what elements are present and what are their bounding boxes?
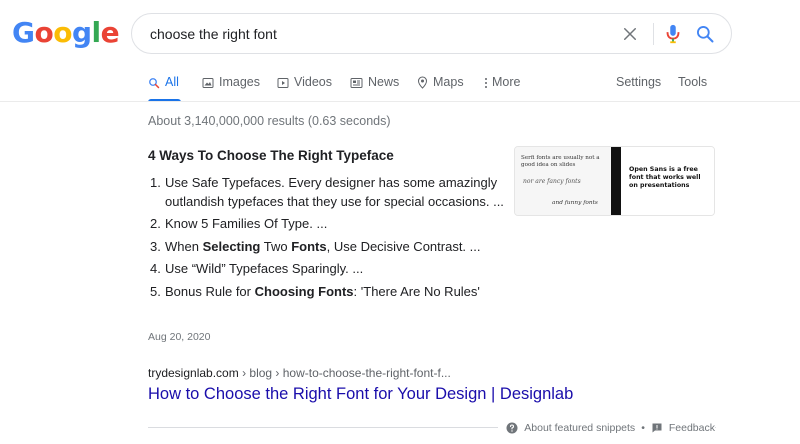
bold-text: Choosing Fonts [254, 283, 354, 299]
google-logo[interactable]: Google [12, 16, 120, 49]
tools-label: Tools [678, 75, 708, 89]
search-divider [653, 23, 654, 45]
tab-all[interactable]: All [148, 68, 181, 102]
footer-dot: • [641, 422, 645, 434]
video-icon [277, 78, 289, 88]
tab-label: Videos [294, 75, 332, 89]
clear-icon[interactable] [621, 25, 639, 43]
logo-letter: e [100, 16, 120, 49]
search-icon [149, 78, 160, 89]
list-item-text: Use Safe Typefaces. Every designer has s… [165, 175, 504, 209]
tab-label: More [492, 75, 521, 89]
tab-label: Maps [433, 75, 464, 89]
result-domain: trydesignlab.com [148, 366, 239, 380]
list-item-text: Two [260, 238, 292, 254]
snippet-list-item: 5. Bonus Rule for Choosing Fonts: 'There … [148, 283, 518, 302]
snippet-list: 1. Use Safe Typefaces. Every designer has… [148, 174, 518, 305]
help-circle-icon [506, 422, 518, 434]
list-item-number: 4. [150, 261, 161, 276]
thumbnail-funny-text: and funny fonts [552, 200, 598, 206]
snippet-date: Aug 20, 2020 [148, 331, 211, 343]
feedback-link[interactable]: Feedback [669, 422, 715, 434]
list-item-text: Know 5 Families Of Type. ... [165, 216, 328, 231]
settings-link[interactable]: Settings [616, 68, 661, 102]
snippet-list-item: 4. Use “Wild” Typefaces Sparingly. ... [148, 260, 518, 279]
list-item-number: 3. [150, 238, 161, 254]
microphone-icon[interactable] [664, 23, 682, 45]
result-stats: About 3,140,000,000 results (0.63 second… [148, 114, 391, 128]
tools-link[interactable]: Tools [678, 68, 707, 102]
image-icon [202, 78, 214, 88]
map-pin-icon [417, 76, 428, 89]
search-submit-icon[interactable] [695, 24, 715, 44]
list-item-text: When [165, 238, 203, 254]
thumbnail-sans-text: Open Sans is a free font that works well… [629, 166, 701, 190]
tab-label: News [368, 75, 400, 89]
thumbnail-divider-bar [611, 147, 621, 215]
list-item-text: , Use Decisive Contrast. ... [326, 238, 481, 254]
more-vertical-icon [485, 78, 487, 88]
tab-videos[interactable]: Videos [277, 68, 332, 102]
snippet-title: 4 Ways To Choose The Right Typeface [148, 148, 394, 163]
logo-letter: g [71, 16, 92, 49]
tab-images[interactable]: Images [202, 68, 260, 102]
snippet-thumbnail[interactable]: Serfi fonts are usually not a good idea … [514, 146, 715, 216]
list-item-text: Bonus Rule for [165, 283, 255, 299]
logo-letter: o [53, 16, 72, 49]
result-path: › blog › how-to-choose-the-right-font-f.… [242, 366, 451, 380]
logo-letter: o [34, 16, 54, 49]
list-item-text: Use “Wild” Typefaces Sparingly. ... [165, 261, 364, 276]
news-icon [350, 78, 363, 88]
thumbnail-left-panel: Serfi fonts are usually not a good idea … [515, 147, 611, 215]
list-item-text: : 'There Are No Rules' [353, 283, 480, 299]
snippet-list-item: 1. Use Safe Typefaces. Every designer has… [148, 174, 518, 211]
logo-letter: G [12, 16, 35, 49]
tab-news[interactable]: News [350, 68, 399, 102]
list-item-number: 2. [150, 216, 161, 231]
snippet-list-item: 2. Know 5 Families Of Type. ... [148, 215, 518, 234]
search-input[interactable] [150, 18, 610, 49]
settings-label: Settings [616, 75, 662, 89]
header-divider [0, 101, 800, 102]
thumbnail-right-panel: Open Sans is a free font that works well… [621, 147, 714, 215]
thumbnail-script-text: nor are fancy fonts [523, 178, 581, 185]
logo-letter: l [91, 16, 102, 49]
tab-label: All [165, 75, 179, 89]
feedback-icon [652, 423, 662, 433]
bold-text: Selecting [202, 238, 261, 254]
list-item-number: 5. [150, 283, 161, 299]
result-url[interactable]: trydesignlab.com › blog › how-to-choose-… [148, 366, 451, 380]
search-tabs: All Images Videos News Maps More Setting… [140, 68, 800, 102]
thumbnail-serif-text: Serfi fonts are usually not a good idea … [521, 155, 600, 168]
tab-label: Images [219, 75, 260, 89]
result-title-link[interactable]: How to Choose the Right Font for Your De… [148, 385, 573, 404]
tab-more[interactable]: More [484, 68, 520, 102]
about-featured-snippets-link[interactable]: About featured snippets [524, 422, 635, 434]
snippet-list-item: 3. When Selecting Two Fonts, Use Decisive… [148, 238, 518, 257]
bold-text: Fonts [291, 238, 327, 254]
snippet-footer: About featured snippets • Feedback [498, 420, 715, 436]
tab-maps[interactable]: Maps [417, 68, 464, 102]
list-item-number: 1. [150, 175, 161, 190]
search-box[interactable] [131, 13, 732, 54]
